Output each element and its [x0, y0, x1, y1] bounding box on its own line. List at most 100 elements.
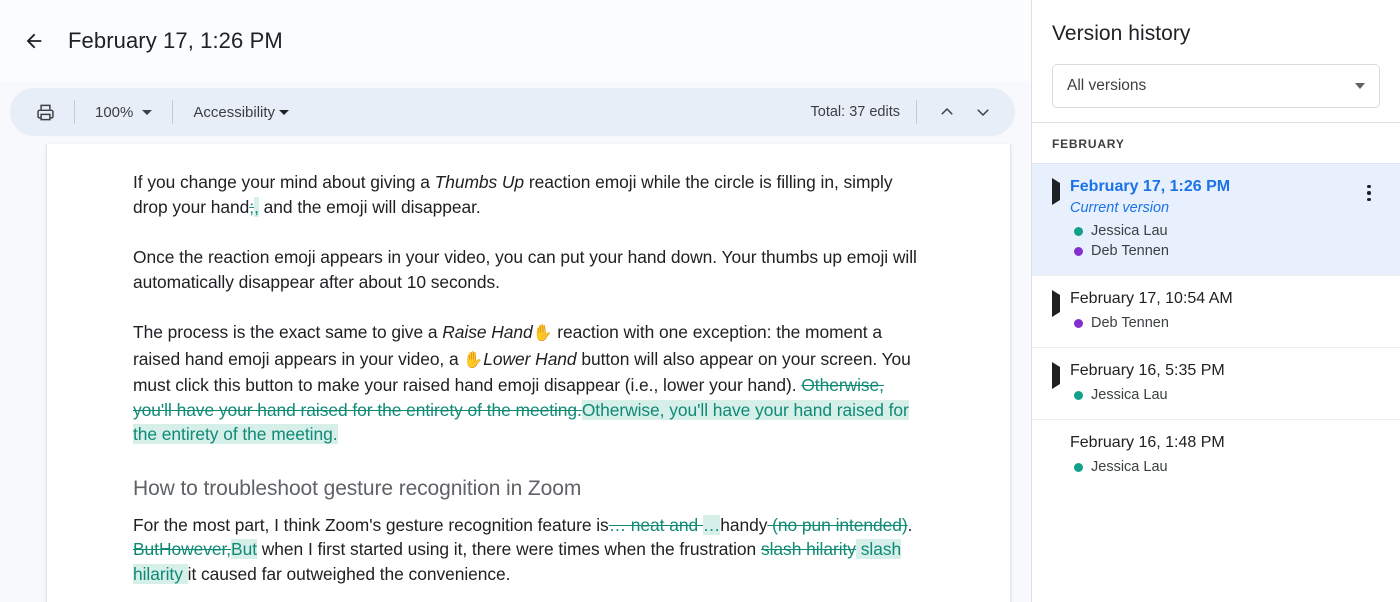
month-group-label: FEBRUARY [1052, 137, 1125, 151]
version-filter-value: All versions [1067, 77, 1147, 94]
version-options-button[interactable] [1354, 178, 1384, 208]
deleted-text: (no pun intended) [767, 514, 908, 535]
deleted-text: slash hilarity [760, 539, 856, 559]
back-button[interactable] [14, 21, 54, 61]
version-history-header: Version history All versions [1032, 0, 1400, 122]
author-color-dot [1074, 390, 1083, 400]
toolbar-divider-2 [172, 100, 174, 124]
version-date: February 17, 10:54 AM [1070, 290, 1233, 307]
version-date: February 16, 5:35 PM [1070, 362, 1225, 379]
deleted-text: … neat and [608, 514, 703, 535]
expand-toggle[interactable] [1052, 178, 1070, 261]
expand-toggle[interactable] [1052, 362, 1070, 405]
version-authors: Jessica Lau Deb Tennen [1070, 221, 1350, 261]
p4-text-d: when I first started using it, there wer… [257, 539, 761, 559]
print-icon [36, 104, 54, 120]
author-name: Deb Tennen [1091, 243, 1169, 259]
triangle-right-icon [1052, 362, 1060, 389]
p4-text-c: . [907, 514, 913, 535]
document-pane: February 17, 1:26 PM 100% Accessibility … [0, 0, 1031, 602]
p1-text-a: If you change your mind about giving a [133, 172, 435, 192]
paragraph-4: For the most part, I think Zoom's gestur… [133, 513, 924, 587]
zoom-level-dropdown[interactable]: 100% [87, 96, 160, 128]
author-name: Jessica Lau [1091, 459, 1168, 475]
p3-text-a: The process is the exact same to give a [133, 322, 443, 342]
page-title: February 17, 1:26 PM [68, 28, 283, 53]
author-entry: Deb Tennen [1074, 313, 1384, 333]
version-item-body: February 17, 1:26 PM Current version Jes… [1070, 178, 1350, 261]
print-button[interactable] [28, 95, 62, 129]
author-name: Jessica Lau [1091, 387, 1168, 403]
p1-text-c: and the emoji will disappear. [258, 196, 481, 217]
author-color-dot [1074, 462, 1083, 472]
chevron-up-icon [941, 107, 953, 115]
version-list-item[interactable]: February 16, 1:48 PM Jessica Lau [1032, 419, 1400, 491]
p4-text-a: For the most part, I think Zoom's gestur… [133, 514, 609, 535]
triangle-right-icon [1052, 178, 1060, 205]
version-item-body: February 17, 10:54 AM Deb Tennen [1070, 290, 1384, 333]
version-authors: Jessica Lau [1070, 457, 1384, 477]
version-authors: Jessica Lau [1070, 385, 1384, 405]
p4-text-e: it caused far outweighed the convenience… [187, 563, 511, 584]
version-list-item[interactable]: February 17, 10:54 AM Deb Tennen [1032, 275, 1400, 347]
version-item-body: February 16, 1:48 PM Jessica Lau [1070, 434, 1384, 477]
previous-edit-button[interactable] [929, 94, 965, 130]
more-vert-icon [1367, 197, 1371, 202]
deleted-text: ButHowever, [133, 539, 232, 559]
p4-text-b: handy [720, 514, 768, 535]
author-color-dot [1074, 226, 1083, 236]
next-edit-button[interactable] [965, 94, 1001, 130]
toolbar-divider-1 [74, 100, 75, 124]
author-name: Deb Tennen [1091, 315, 1169, 331]
arrow-left-icon [26, 33, 42, 49]
author-entry: Jessica Lau [1074, 457, 1384, 477]
inserted-text: … [702, 514, 721, 535]
zoom-level-label: 100% [95, 103, 134, 121]
triangle-right-icon [1052, 290, 1060, 317]
current-version-label: Current version [1070, 200, 1170, 216]
more-vert-icon [1367, 184, 1371, 189]
version-authors: Deb Tennen [1070, 313, 1384, 333]
version-filter-dropdown[interactable]: All versions [1052, 64, 1380, 108]
version-date: February 17, 1:26 PM [1070, 178, 1231, 195]
expand-toggle-placeholder [1052, 434, 1070, 477]
author-name: Jessica Lau [1091, 223, 1168, 239]
paragraph-3: The process is the exact same to give a … [133, 320, 924, 447]
version-history-title: Version history [1052, 22, 1191, 45]
toolbar-divider-3 [916, 100, 917, 124]
document-toolbar: 100% Accessibility Total: 37 edits [10, 88, 1015, 136]
version-list: February 17, 1:26 PM Current version Jes… [1032, 163, 1400, 602]
chevron-down-icon [142, 109, 153, 115]
version-item-body: February 16, 5:35 PM Jessica Lau [1070, 362, 1384, 405]
chevron-down-icon [1355, 83, 1365, 89]
more-vert-icon [1367, 191, 1371, 195]
raised-hand-emoji: ✋ [532, 325, 553, 342]
p1-emphasis-thumbs-up: Thumbs Up [434, 172, 525, 192]
p3-emphasis-lower-hand: Lower Hand [483, 348, 577, 369]
author-entry: Deb Tennen [1074, 241, 1350, 261]
document-scroll-area[interactable]: If you change your mind about giving a T… [0, 140, 1031, 602]
total-edits-label: Total: 37 edits [810, 104, 900, 120]
chevron-down-icon [279, 109, 290, 115]
author-color-dot [1074, 246, 1083, 256]
version-list-item[interactable]: February 17, 1:26 PM Current version Jes… [1032, 163, 1400, 275]
section-heading: How to troubleshoot gesture recognition … [133, 476, 582, 500]
version-date: February 16, 1:48 PM [1070, 434, 1225, 451]
author-color-dot [1074, 318, 1083, 328]
version-history-panel: Version history All versions FEBRUARY Fe… [1031, 0, 1400, 602]
accessibility-menu[interactable]: Accessibility [185, 96, 297, 128]
inserted-text: But [231, 539, 257, 559]
expand-toggle[interactable] [1052, 290, 1070, 333]
accessibility-label: Accessibility [193, 103, 276, 121]
version-list-item[interactable]: February 16, 5:35 PM Jessica Lau [1032, 347, 1400, 419]
document-header: February 17, 1:26 PM [0, 0, 1031, 82]
author-entry: Jessica Lau [1074, 221, 1350, 241]
version-history-screen: February 17, 1:26 PM 100% Accessibility … [0, 0, 1400, 602]
chevron-down-icon [977, 109, 989, 117]
document-page: If you change your mind about giving a T… [46, 144, 1011, 602]
raised-hand-emoji: ✋ [463, 351, 484, 369]
p3-emphasis-raise-hand: Raise Hand [442, 322, 533, 342]
paragraph-2: Once the reaction emoji appears in your … [133, 247, 917, 292]
paragraph-1: If you change your mind about giving a T… [133, 170, 924, 219]
author-entry: Jessica Lau [1074, 385, 1384, 405]
